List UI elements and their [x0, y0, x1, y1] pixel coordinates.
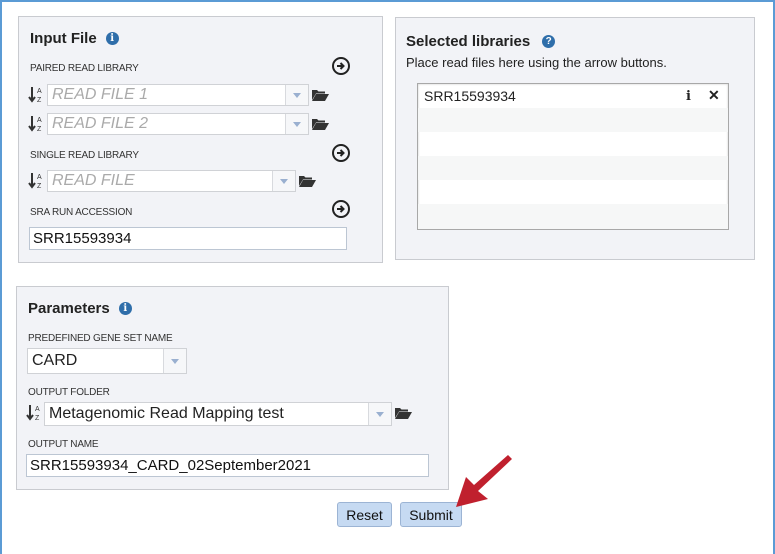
- sra-run-accession-label: SRA RUN ACCESSION: [30, 207, 133, 218]
- svg-text:A: A: [37, 88, 42, 95]
- svg-text:A: A: [37, 117, 42, 124]
- close-icon[interactable]: ✕: [708, 87, 720, 104]
- chevron-down-icon[interactable]: [163, 349, 186, 373]
- help-icon[interactable]: ?: [542, 35, 556, 48]
- folder-open-icon[interactable]: [299, 174, 316, 187]
- gene-set-name-label: PREDEFINED GENE SET NAME: [28, 333, 173, 344]
- chevron-down-icon[interactable]: [368, 403, 391, 425]
- svg-text:Z: Z: [35, 415, 40, 422]
- list-item: SRR15593934 i ✕: [418, 84, 728, 108]
- info-icon[interactable]: i: [105, 32, 119, 45]
- arrow-right-icon: [337, 62, 345, 70]
- svg-text:A: A: [37, 174, 42, 181]
- sort-az-icon[interactable]: A Z: [28, 115, 44, 133]
- sort-az-icon[interactable]: A Z: [28, 172, 44, 190]
- selected-libraries-title: Selected libraries ?: [406, 33, 556, 50]
- single-read-library-label: SINGLE READ LIBRARY: [30, 150, 139, 161]
- parameters-title: Parameters i: [28, 300, 132, 317]
- info-icon[interactable]: i: [686, 89, 691, 104]
- paired-read-library-label: PAIRED READ LIBRARY: [30, 63, 139, 74]
- svg-text:Z: Z: [37, 126, 42, 133]
- list-item-empty: [418, 204, 728, 229]
- list-item-empty: [418, 180, 728, 204]
- folder-open-icon[interactable]: [312, 88, 329, 101]
- library-name: SRR15593934: [424, 88, 516, 104]
- selected-libraries-list: SRR15593934 i ✕: [417, 83, 729, 230]
- read-file-select[interactable]: READ FILE: [47, 170, 296, 192]
- sort-az-icon[interactable]: A Z: [26, 404, 42, 422]
- read-file-1-select[interactable]: READ FILE 1: [47, 84, 309, 106]
- input-file-title: Input File i: [30, 30, 119, 47]
- list-item-empty: [418, 156, 728, 180]
- chevron-down-icon[interactable]: [285, 85, 308, 105]
- sort-az-icon[interactable]: A Z: [28, 86, 44, 104]
- list-item-empty: [418, 132, 728, 156]
- output-folder-label: OUTPUT FOLDER: [28, 387, 110, 398]
- list-item-empty: [418, 108, 728, 132]
- svg-text:Z: Z: [37, 183, 42, 190]
- chevron-down-icon[interactable]: [285, 114, 308, 134]
- info-icon[interactable]: i: [118, 302, 132, 315]
- arrow-right-icon: [337, 149, 345, 157]
- add-sra-arrow-button[interactable]: [332, 200, 350, 218]
- sra-run-accession-input[interactable]: SRR15593934: [29, 227, 347, 250]
- add-single-arrow-button[interactable]: [332, 144, 350, 162]
- selected-libraries-hint: Place read files here using the arrow bu…: [406, 55, 667, 70]
- output-name-input[interactable]: SRR15593934_CARD_02September2021: [26, 454, 429, 477]
- arrow-right-icon: [337, 205, 345, 213]
- folder-open-icon[interactable]: [395, 406, 412, 419]
- gene-set-name-select[interactable]: CARD: [27, 348, 187, 374]
- folder-open-icon[interactable]: [312, 117, 329, 130]
- chevron-down-icon[interactable]: [272, 171, 295, 191]
- output-folder-select[interactable]: Metagenomic Read Mapping test: [44, 402, 392, 426]
- annotation-arrow-icon: [456, 455, 512, 507]
- input-file-panel: [18, 16, 383, 263]
- output-name-label: OUTPUT NAME: [28, 439, 99, 450]
- read-file-2-select[interactable]: READ FILE 2: [47, 113, 309, 135]
- reset-button[interactable]: Reset: [337, 502, 392, 527]
- svg-text:A: A: [35, 406, 40, 413]
- svg-text:Z: Z: [37, 97, 42, 104]
- add-paired-arrow-button[interactable]: [332, 57, 350, 75]
